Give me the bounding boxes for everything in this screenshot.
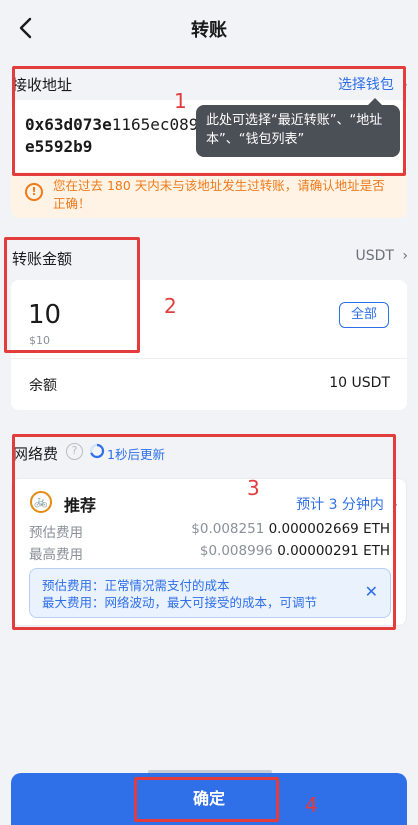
annotation-box-4: [134, 777, 279, 822]
annotation-number-3: 3: [247, 476, 260, 500]
chevron-right-icon: ›: [402, 248, 408, 264]
balance-label: 余额: [29, 378, 57, 394]
annotation-box-3: [12, 434, 396, 630]
warning-icon: !: [25, 183, 43, 201]
annotation-number-1: 1: [174, 89, 187, 113]
address-warning: ! 您在过去 180 天内未与该地址发生过转账，请确认地址是否正确！: [11, 172, 407, 218]
annotation-box-2: [4, 237, 140, 353]
token-label: USDT: [355, 248, 394, 264]
all-amount-button[interactable]: 全部: [339, 302, 389, 328]
warning-text: 您在过去 180 天内未与该地址发生过转账，请确认地址是否正确！: [53, 178, 385, 211]
header: 转账: [0, 0, 418, 56]
page-title: 转账: [191, 20, 227, 41]
divider: [11, 358, 407, 359]
annotation-box-1: [12, 66, 406, 176]
token-selector[interactable]: USDT ›: [355, 248, 408, 264]
balance-value: 10 USDT: [329, 375, 390, 391]
annotation-number-2: 2: [164, 294, 177, 318]
annotation-number-4: 4: [305, 793, 318, 817]
